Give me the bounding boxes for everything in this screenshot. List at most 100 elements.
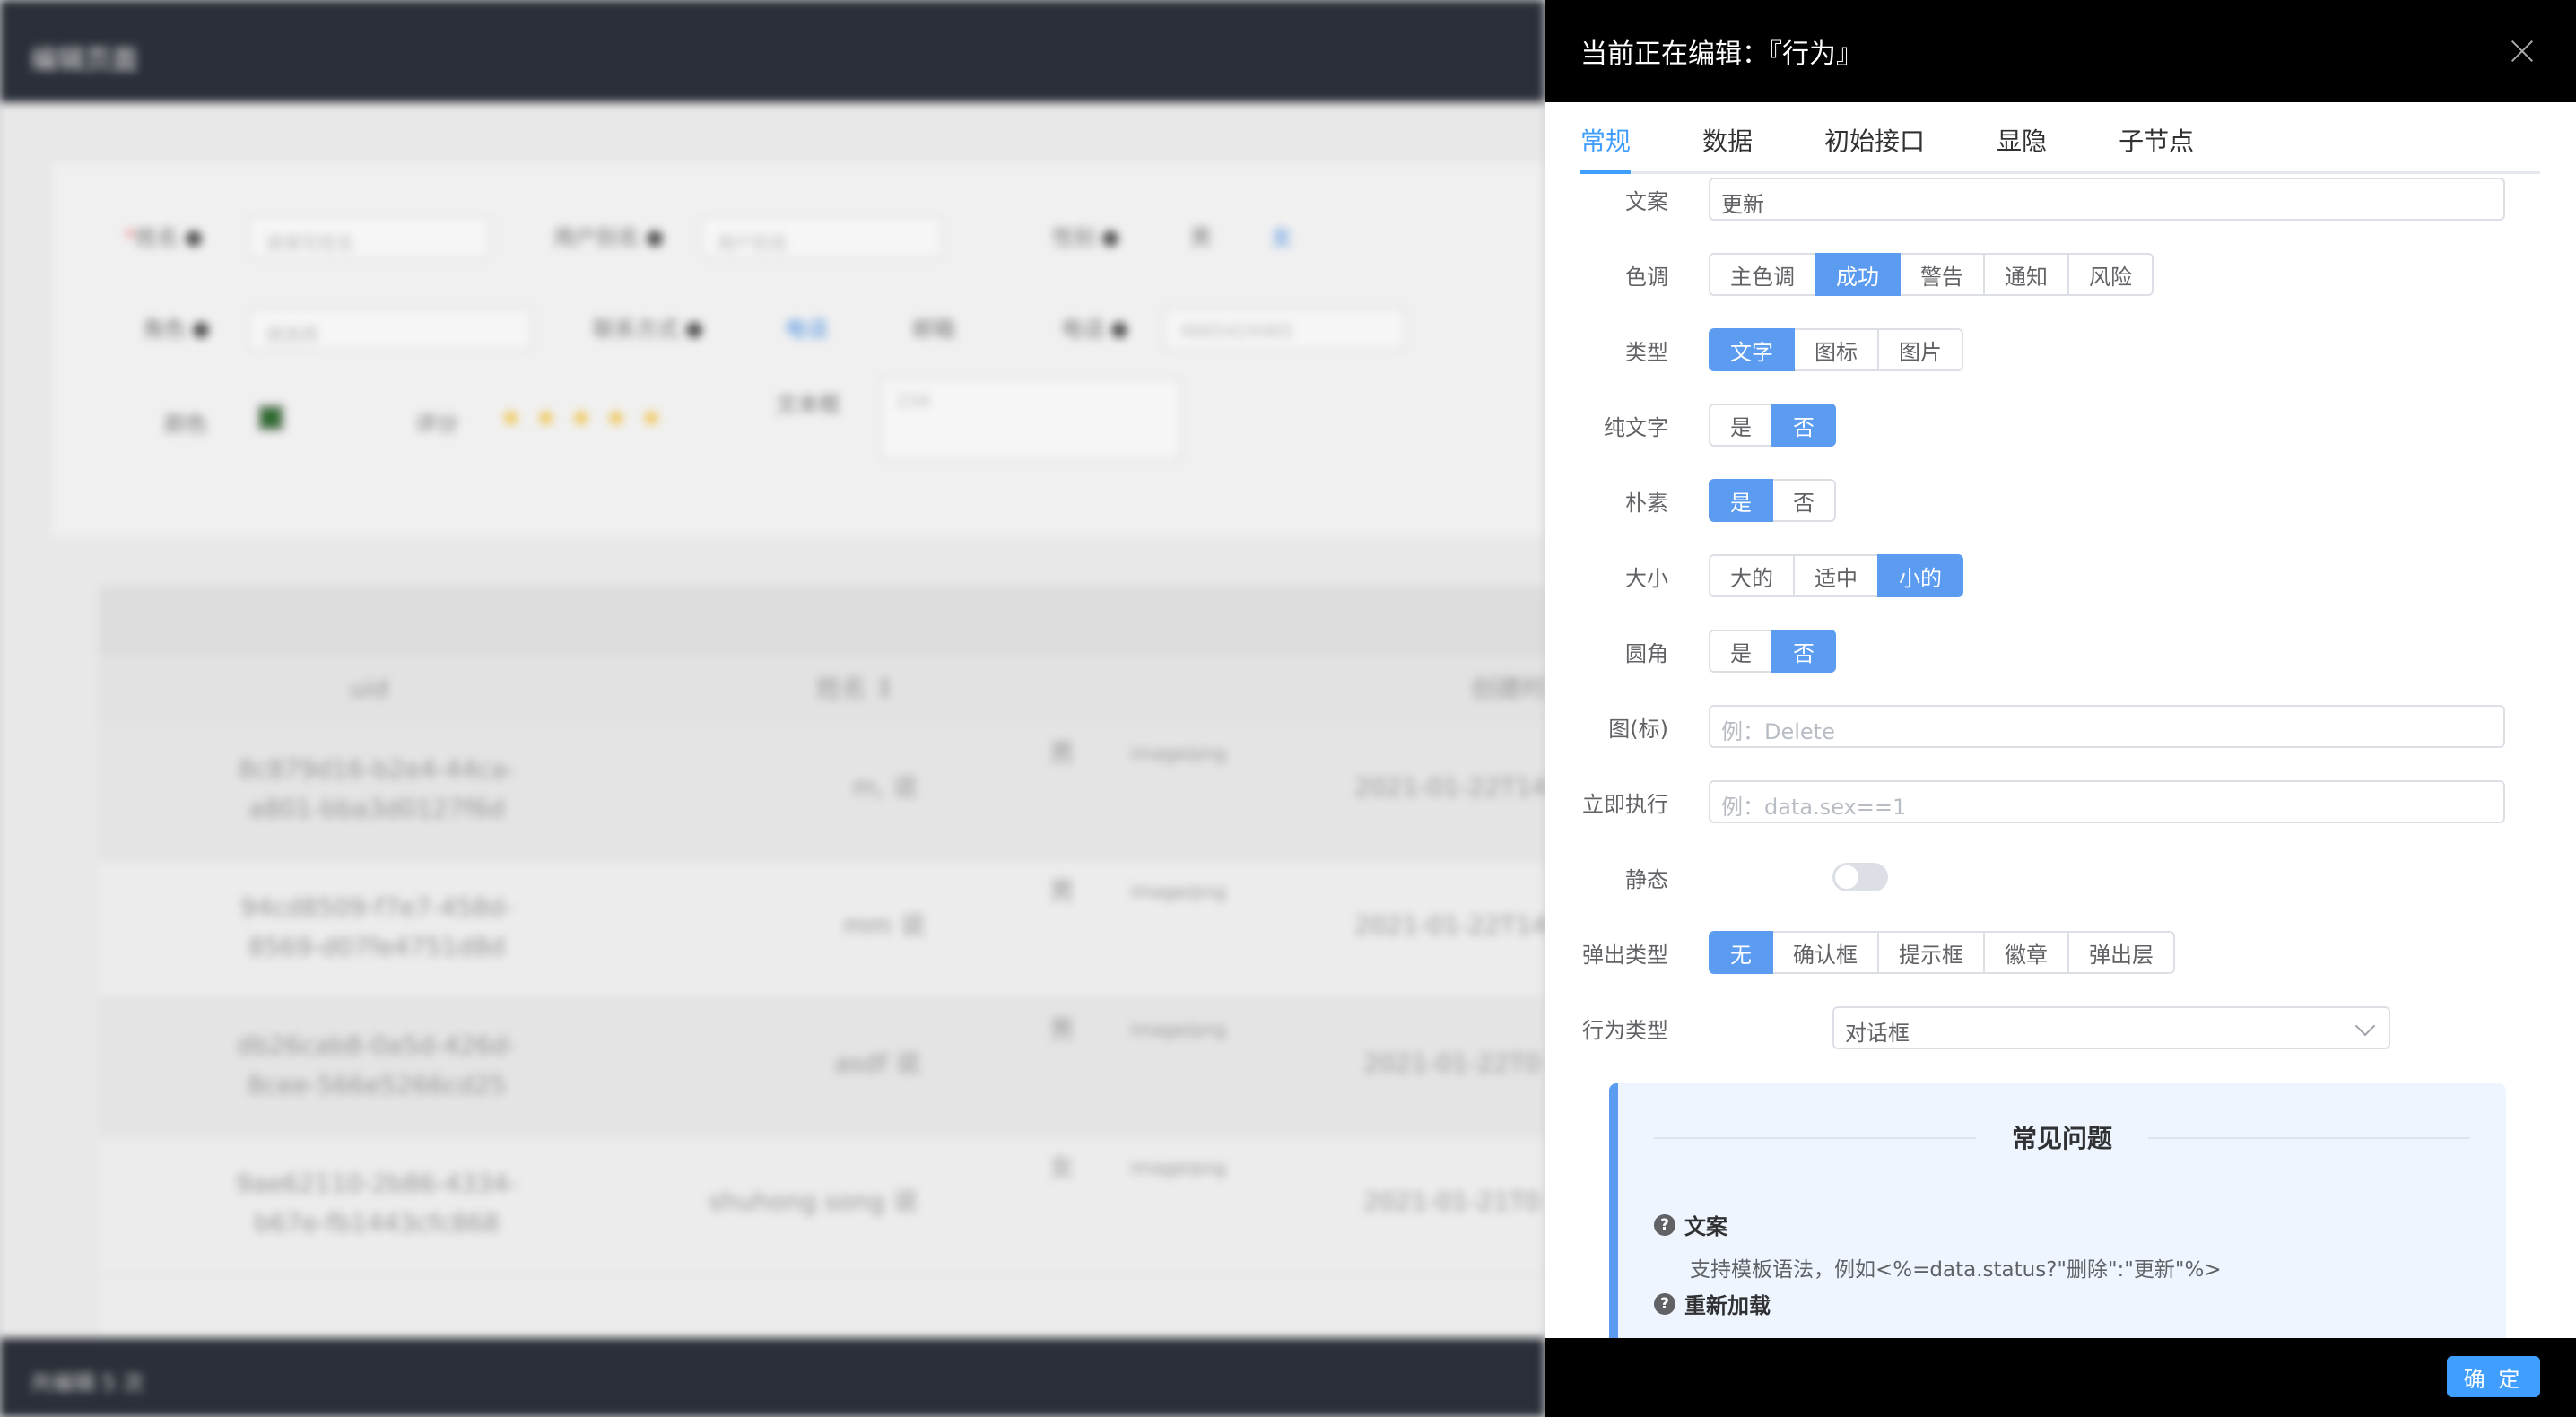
popup-type-button-group: 无 确认框 提示框 徽章 弹出层 — [1709, 931, 2175, 974]
bg-cell-img: image/png — [1130, 1019, 1227, 1040]
bg-rating-stars[interactable]: ★ ★ ★ ★ ★ — [500, 403, 675, 432]
faq-answer-text: 支持模板语法，例如<%=data.status?"删除":"更新"%> — [1690, 1258, 2222, 1282]
static-toggle[interactable] — [1832, 863, 1888, 891]
bg-col-name[interactable]: 姓名 ↕ — [816, 669, 895, 708]
tone-info-button[interactable]: 通知 — [1983, 253, 2069, 296]
tab-init-api[interactable]: 初始接口 — [1824, 102, 1925, 171]
question-circle-icon: ? — [1654, 1292, 1675, 1315]
bg-color-swatch[interactable] — [257, 404, 284, 431]
plain-text-row: 纯文字 是 否 — [1545, 404, 2576, 447]
background-table: uid 姓名 ↕ 创建时间 8c879d16-b2e4-44ca-a801-bb… — [99, 587, 1545, 1417]
size-medium-button[interactable]: 适中 — [1793, 554, 1879, 597]
bg-name-input[interactable]: 请填写姓名 — [248, 216, 491, 259]
round-no-button[interactable]: 否 — [1771, 630, 1836, 673]
tone-danger-button[interactable]: 风险 — [2067, 253, 2154, 296]
type-label: 类型 — [1625, 339, 1668, 365]
background-header: 编辑页面 — [0, 0, 1545, 102]
icon-input[interactable]: 例：Delete — [1709, 705, 2505, 748]
faq-title: 常见问题 — [1975, 1119, 2149, 1155]
plain-text-button-group: 是 否 — [1709, 404, 1836, 447]
table-row: 8c879d16-b2e4-44ca-a801-bba3d0127f6d m, … — [99, 723, 1545, 861]
popup-confirm-button[interactable]: 确认框 — [1771, 931, 1879, 974]
question-circle-icon: ? — [1654, 1213, 1675, 1236]
close-icon[interactable] — [2504, 33, 2540, 69]
general-form: 文案 更新 色调 主色调 成功 警告 通知 风险 类型 文字 图标 图片 纯文字… — [1545, 174, 2576, 1340]
type-row: 类型 文字 图标 图片 — [1545, 328, 2576, 371]
edit-drawer: 当前正在编辑：『行为』 常规 数据 初始接口 显隐 子节点 文案 更新 色调 主… — [1545, 0, 2576, 1417]
tone-button-group: 主色调 成功 警告 通知 风险 — [1709, 253, 2154, 296]
bg-cell-name: m, 说 — [852, 772, 918, 802]
bg-cell-time: 2021-01-22T14 — [1354, 772, 1545, 802]
bg-contact-email[interactable]: 邮箱 — [912, 311, 955, 343]
round-button-group: 是 否 — [1709, 630, 1836, 673]
immediate-row: 立即执行 例：data.sex==1 — [1545, 780, 2576, 823]
popup-badge-button[interactable]: 徽章 — [1983, 931, 2069, 974]
faq-question-text: 重新加载 — [1684, 1293, 1771, 1318]
tab-visibility[interactable]: 显隐 — [1997, 102, 2047, 171]
plain-text-yes-button[interactable]: 是 — [1709, 404, 1773, 447]
popup-none-button[interactable]: 无 — [1709, 931, 1773, 974]
bg-rating-label: 评分 — [415, 412, 458, 437]
type-image-button[interactable]: 图片 — [1877, 328, 1963, 371]
bg-cell-name: mm 说 — [843, 910, 926, 940]
bg-cell-tag: 男 — [1049, 1014, 1075, 1044]
bg-contact-phone[interactable]: 电话 — [785, 311, 828, 343]
bg-phone-input[interactable]: 4665424465 — [1163, 308, 1405, 351]
faq-question: ? 重新加载 — [1654, 1288, 1771, 1319]
bg-name-label: *姓名 — [125, 220, 202, 251]
action-type-select[interactable]: 对话框 — [1832, 1006, 2390, 1049]
bg-gender-male[interactable]: 男 — [1190, 220, 1212, 251]
tone-primary-button[interactable]: 主色调 — [1709, 253, 1816, 296]
bg-nickname-label: 用户别名 — [553, 220, 663, 251]
plain-no-button[interactable]: 否 — [1771, 479, 1836, 522]
bg-cell-time: 2021-01-21T0 — [1363, 1187, 1541, 1216]
copy-row: 文案 更新 — [1545, 178, 2576, 221]
size-small-button[interactable]: 小的 — [1877, 554, 1963, 597]
bg-cell-tag: 男 — [1049, 738, 1075, 768]
plain-row: 朴素 是 否 — [1545, 479, 2576, 522]
plain-text-no-button[interactable]: 否 — [1771, 404, 1836, 447]
plain-yes-button[interactable]: 是 — [1709, 479, 1773, 522]
popup-layer-button[interactable]: 弹出层 — [2067, 931, 2175, 974]
background-form: *姓名 请填写姓名 用户别名 用户别名 性别 男 女 角色 请选择 联系方式 电… — [50, 161, 1545, 538]
type-text-button[interactable]: 文字 — [1709, 328, 1795, 371]
faq-panel: 常见问题 ? 文案 支持模板语法，例如<%=data.status?"删除":"… — [1609, 1083, 2506, 1340]
type-icon-button[interactable]: 图标 — [1793, 328, 1879, 371]
size-large-button[interactable]: 大的 — [1709, 554, 1795, 597]
popup-tooltip-button[interactable]: 提示框 — [1877, 931, 1985, 974]
immediate-input[interactable]: 例：data.sex==1 — [1709, 780, 2505, 823]
bg-col-uid: uid — [350, 674, 389, 703]
tone-row: 色调 主色调 成功 警告 通知 风险 — [1545, 253, 2576, 296]
drawer-footer: 确 定 — [1545, 1338, 2576, 1417]
tab-general[interactable]: 常规 — [1580, 102, 1632, 174]
bg-gender-female[interactable]: 女 — [1271, 220, 1292, 251]
bg-gender-label: 性别 — [1052, 220, 1118, 251]
size-label: 大小 — [1625, 565, 1668, 591]
round-label: 圆角 — [1625, 640, 1668, 666]
bg-nickname-input[interactable]: 用户别名 — [701, 216, 943, 259]
drawer-header: 当前正在编辑：『行为』 — [1545, 0, 2576, 102]
icon-label: 图(标) — [1608, 716, 1668, 742]
bg-role-select[interactable]: 请选择 — [248, 308, 532, 351]
action-type-label: 行为类型 — [1582, 1017, 1668, 1043]
background-footer-text: 共编辑 5 次 — [30, 1370, 144, 1395]
confirm-button[interactable]: 确 定 — [2447, 1356, 2540, 1397]
tab-data[interactable]: 数据 — [1702, 102, 1753, 171]
bg-textarea[interactable]: 234 — [880, 378, 1181, 460]
bg-cell-tag: 男 — [1049, 876, 1075, 906]
tone-success-button[interactable]: 成功 — [1815, 253, 1901, 296]
bg-contact-label: 联系方式 — [593, 311, 702, 343]
bg-cell-img: image/png — [1130, 743, 1227, 764]
static-label: 静态 — [1625, 866, 1668, 892]
tone-warning-button[interactable]: 警告 — [1899, 253, 1985, 296]
bg-cell-img: image/png — [1130, 1157, 1227, 1178]
copy-input[interactable]: 更新 — [1709, 178, 2505, 221]
bg-cell-time: 2021-01-22T0 — [1363, 1048, 1541, 1078]
round-yes-button[interactable]: 是 — [1709, 630, 1773, 673]
bg-cell-uid: 94cd8509-f7e7-458d-8569-d07fe4751d8d — [239, 892, 514, 961]
bg-cell-uid: 8c879d16-b2e4-44ca-a801-bba3d0127f6d — [238, 754, 516, 823]
tab-children[interactable]: 子节点 — [2119, 102, 2194, 171]
bg-table-head — [99, 587, 1545, 655]
bg-cell-name: asdf 说 — [834, 1048, 921, 1078]
bg-cell-uid: 9ae62110-2b86-4334-b67e-fb1443cfc868 — [235, 1169, 518, 1238]
